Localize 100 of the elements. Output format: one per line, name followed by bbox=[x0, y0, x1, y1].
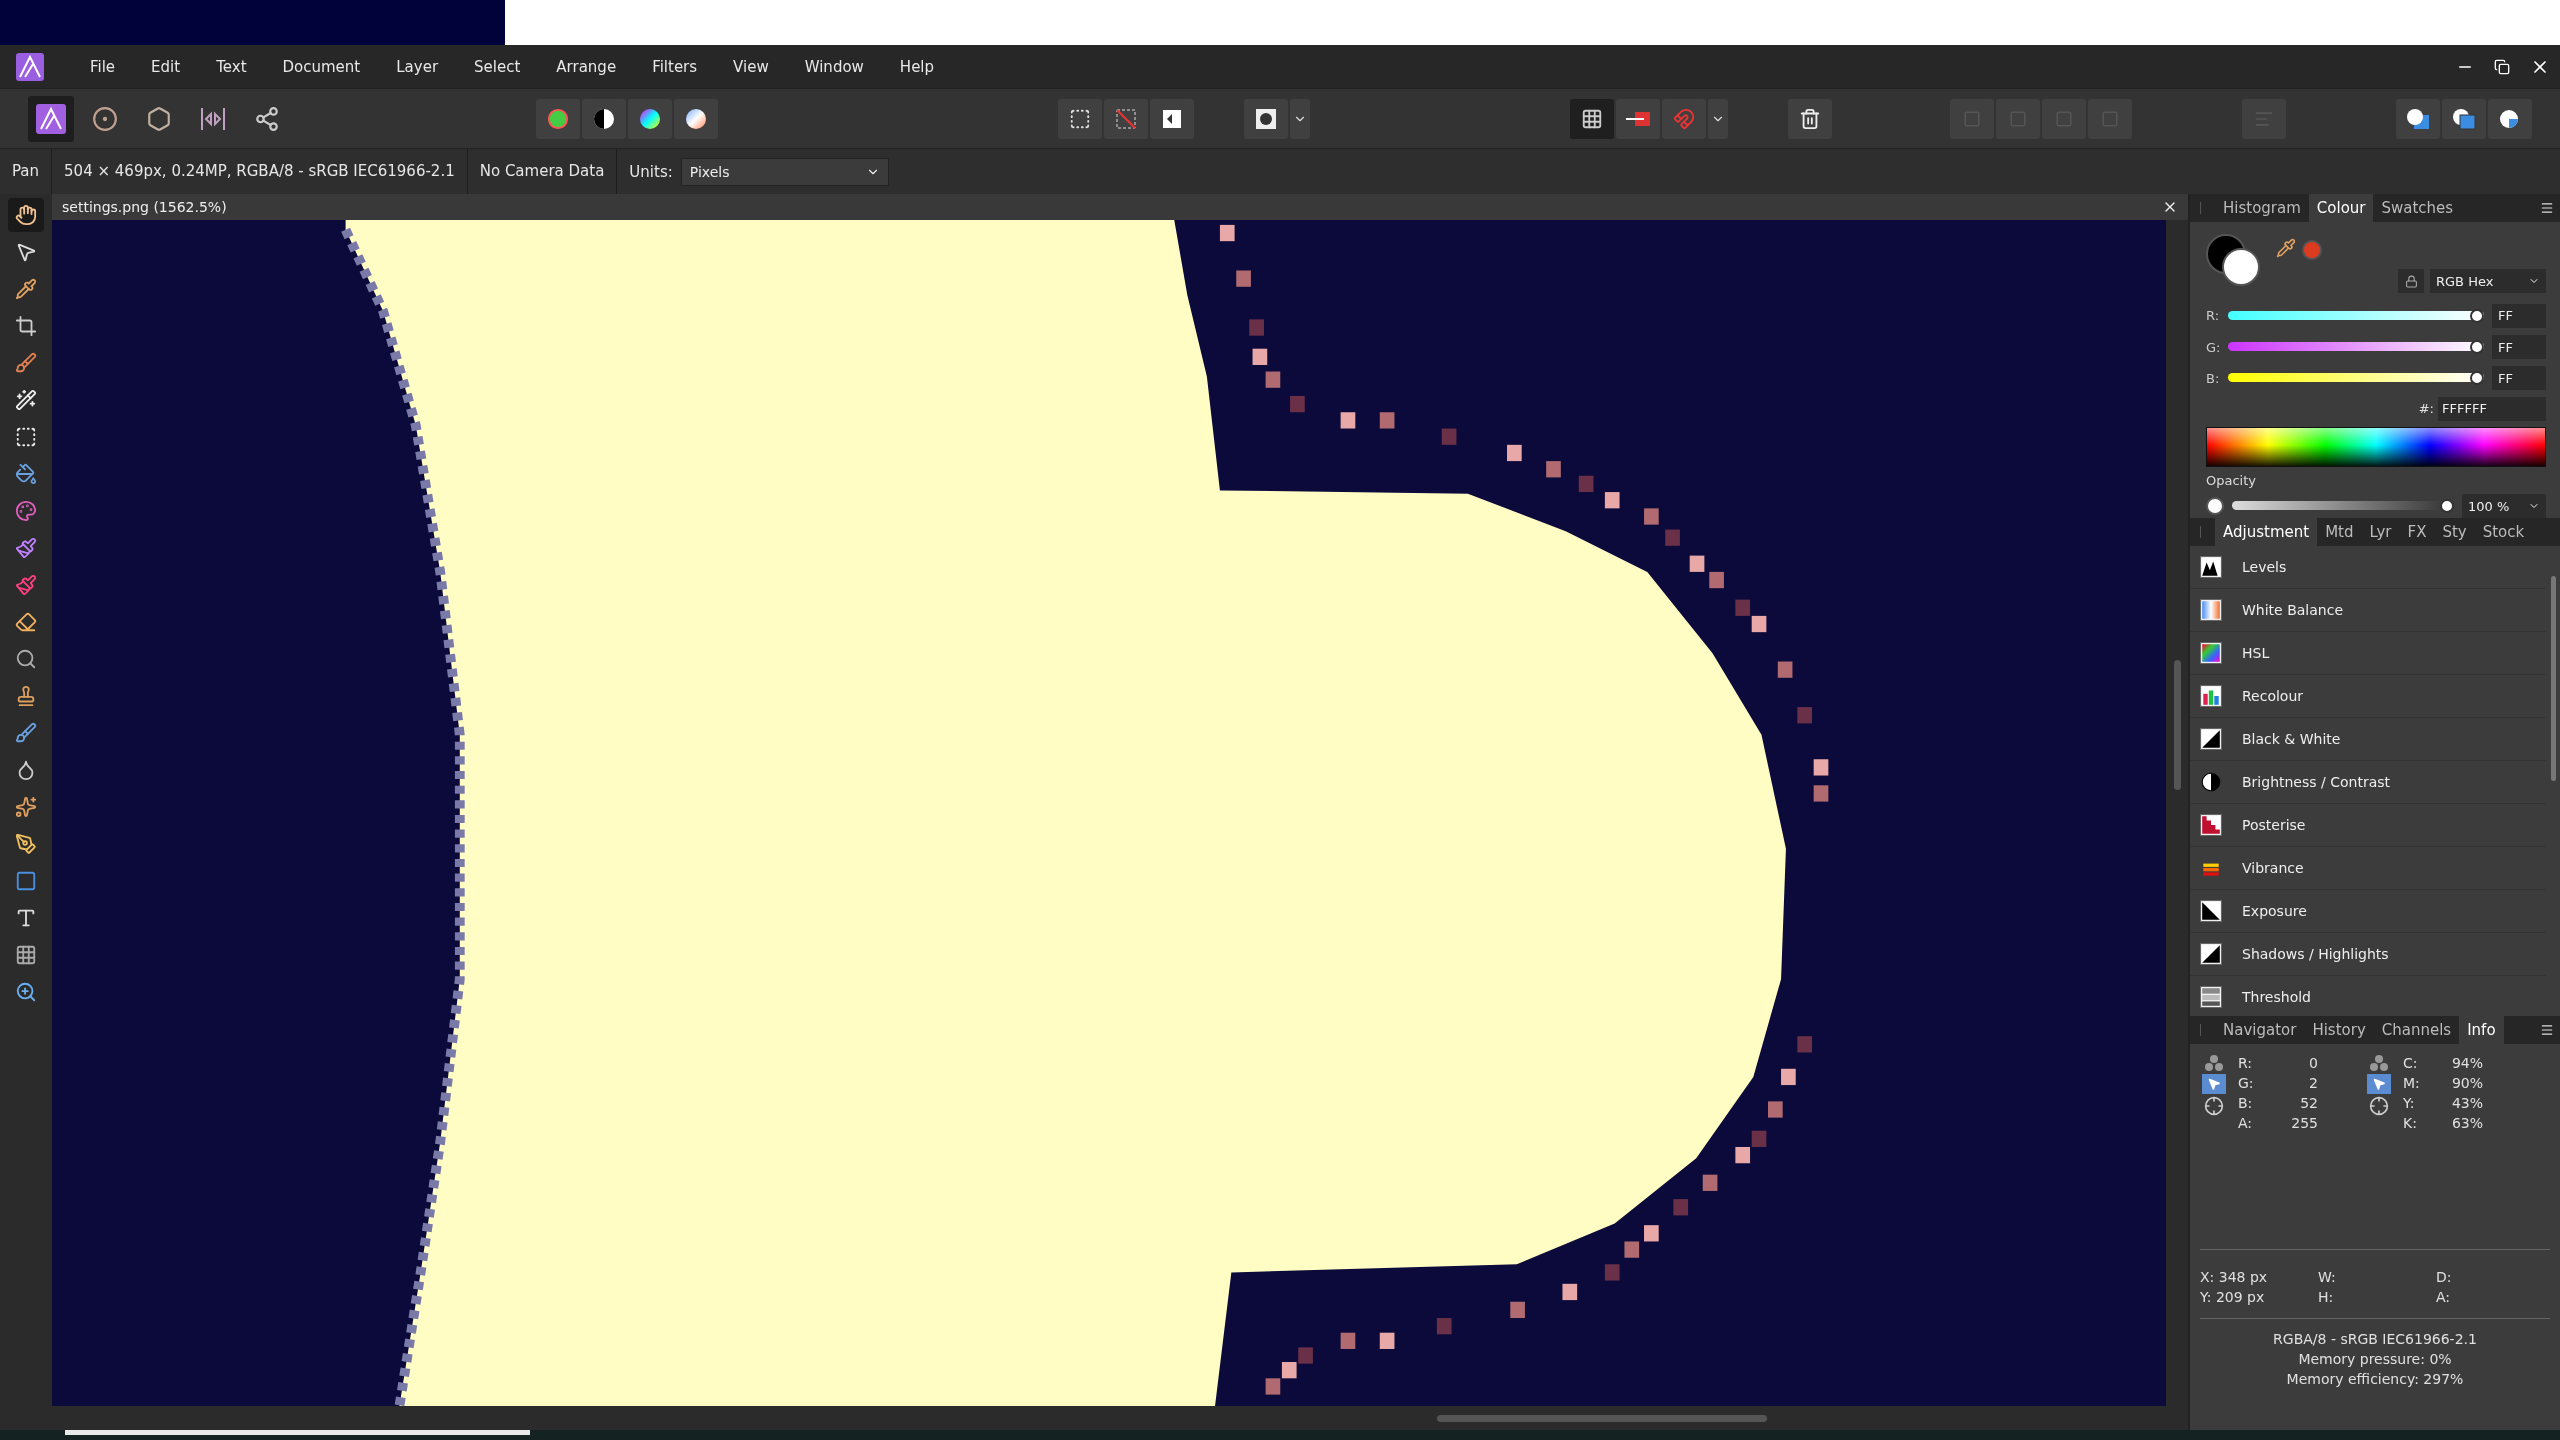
adjustment-item[interactable]: White Balance bbox=[2190, 589, 2546, 632]
adjustment-item[interactable]: Vibrance bbox=[2190, 847, 2546, 890]
menu-item[interactable]: Document bbox=[264, 57, 379, 76]
invert-icon bbox=[1161, 107, 1183, 130]
adjustment-item[interactable]: Brightness / Contrast bbox=[2190, 761, 2546, 804]
slider-thumb[interactable] bbox=[2470, 309, 2484, 323]
channel-value-field[interactable]: FF bbox=[2492, 335, 2546, 359]
snapping-button[interactable] bbox=[1570, 98, 1614, 139]
opacity-label: Opacity bbox=[2206, 473, 2257, 488]
adjustment-label: Vibrance bbox=[2242, 860, 2304, 876]
tool-button[interactable] bbox=[8, 198, 44, 232]
split-arrows-icon bbox=[199, 105, 227, 132]
temperature-button[interactable] bbox=[674, 98, 718, 139]
grid-icon bbox=[15, 944, 37, 966]
panel-tab[interactable]: FX bbox=[2399, 518, 2435, 546]
boolean-subtract-button[interactable] bbox=[2442, 98, 2486, 139]
crosshair-icon[interactable] bbox=[2369, 1096, 2389, 1116]
pipette-icon[interactable] bbox=[2276, 238, 2296, 258]
persona-button[interactable] bbox=[28, 95, 74, 142]
paint-bucket-icon bbox=[15, 463, 37, 485]
hex-field[interactable]: FFFFFF bbox=[2438, 396, 2546, 421]
select-all-button[interactable] bbox=[1058, 98, 1102, 139]
menu-item[interactable]: File bbox=[72, 57, 134, 76]
dashed-square-icon bbox=[1069, 107, 1091, 130]
info-label: C: bbox=[2403, 1054, 2419, 1072]
channel-slider[interactable] bbox=[2228, 369, 2484, 387]
boolean-intersect-button[interactable] bbox=[2488, 98, 2532, 139]
deselect-button[interactable] bbox=[1104, 98, 1148, 139]
menu-item[interactable]: Window bbox=[786, 57, 882, 76]
channel-value-field[interactable]: FF bbox=[2492, 366, 2546, 390]
opacity-swatch bbox=[2206, 497, 2224, 515]
info-label: A: bbox=[2436, 1288, 2452, 1306]
channel-slider[interactable] bbox=[2228, 338, 2484, 356]
trash-button[interactable] bbox=[1788, 98, 1832, 139]
panel-tab[interactable]: Adjustment bbox=[2215, 518, 2318, 546]
adjustment-label: Levels bbox=[2242, 559, 2287, 575]
panel-tab[interactable]: Mtd bbox=[2317, 518, 2362, 546]
slider-thumb[interactable] bbox=[2470, 371, 2484, 385]
adjustment-item[interactable]: Black & White bbox=[2190, 718, 2546, 761]
menu-item[interactable]: Edit bbox=[133, 57, 199, 76]
panel-tab[interactable]: Navigator bbox=[2215, 1016, 2305, 1044]
adjustment-label: Exposure bbox=[2242, 903, 2307, 919]
picked-colour-swatch[interactable] bbox=[2302, 240, 2322, 260]
mask-button[interactable] bbox=[1244, 98, 1288, 139]
channel-value-field[interactable]: FF bbox=[2492, 304, 2546, 328]
menu-item[interactable]: Arrange bbox=[538, 57, 635, 76]
slider-thumb[interactable] bbox=[2440, 499, 2454, 513]
lock-button[interactable] bbox=[2398, 269, 2424, 294]
menu-item[interactable]: Help bbox=[881, 57, 953, 76]
colour-dots-icon[interactable] bbox=[2368, 1054, 2390, 1072]
adjustment-item[interactable]: Shadows / Highlights bbox=[2190, 933, 2546, 976]
share-icon bbox=[254, 105, 280, 132]
info-label: Y: bbox=[2403, 1094, 2416, 1112]
menu-item[interactable]: Text bbox=[198, 57, 265, 76]
gradient-circle-icon bbox=[684, 106, 708, 131]
menu-item[interactable]: Filters bbox=[634, 57, 716, 76]
cursor-button[interactable] bbox=[2202, 1074, 2226, 1094]
invert-selection-button[interactable] bbox=[1150, 98, 1194, 139]
slider-thumb[interactable] bbox=[2470, 340, 2484, 354]
panel-tab[interactable]: Stock bbox=[2474, 518, 2533, 546]
adjustment-item[interactable]: Posterise bbox=[2190, 804, 2546, 847]
adjustment-item[interactable]: Recolour bbox=[2190, 675, 2546, 718]
adjustment-label: Shadows / Highlights bbox=[2242, 946, 2389, 962]
cursor-button[interactable] bbox=[2367, 1074, 2391, 1094]
opacity-slider[interactable] bbox=[2232, 497, 2454, 515]
adjustment-item[interactable]: Exposure bbox=[2190, 890, 2546, 933]
colour-dots-icon[interactable] bbox=[2203, 1054, 2225, 1072]
info-value: 43% bbox=[2450, 1094, 2483, 1112]
adjustment-item[interactable]: HSL bbox=[2190, 632, 2546, 675]
secondary-colour-swatch[interactable] bbox=[2222, 248, 2260, 286]
panel-tab[interactable]: Channels bbox=[2373, 1016, 2460, 1044]
menu-item[interactable]: View bbox=[715, 57, 787, 76]
adjustment-icon bbox=[2200, 642, 2222, 664]
panel-tab[interactable]: Swatches bbox=[2373, 194, 2462, 222]
contrast-button[interactable] bbox=[582, 98, 626, 139]
channel-slider[interactable] bbox=[2228, 307, 2484, 325]
adjustment-item[interactable]: Levels bbox=[2190, 546, 2546, 589]
panel-tab[interactable]: Lyr bbox=[2361, 518, 2400, 546]
colour-wheel-button[interactable] bbox=[628, 98, 672, 139]
colour-mode-dropdown[interactable]: RGB Hex bbox=[2430, 269, 2546, 294]
adjustment-icon bbox=[2200, 728, 2222, 750]
info-value: 52 bbox=[2299, 1094, 2318, 1112]
circle-square-icon bbox=[2451, 106, 2477, 131]
levels-button[interactable] bbox=[536, 98, 580, 139]
units-dropdown[interactable]: Pixels bbox=[680, 157, 889, 186]
opacity-field[interactable]: 100 % bbox=[2462, 494, 2546, 518]
panel-tab[interactable]: Colour bbox=[2308, 194, 2374, 222]
panel-tab[interactable]: Info bbox=[2459, 1016, 2504, 1044]
document-tab[interactable]: settings.png (1562.5%) bbox=[62, 199, 227, 215]
panel-tab[interactable]: Histogram bbox=[2215, 194, 2309, 222]
crosshair-icon[interactable] bbox=[2204, 1096, 2224, 1116]
boolean-add-button[interactable] bbox=[2396, 98, 2440, 139]
panel-tab[interactable]: Sty bbox=[2434, 518, 2475, 546]
menu-item[interactable]: Select bbox=[456, 57, 539, 76]
menu-item[interactable]: Layer bbox=[378, 57, 457, 76]
panel-tab[interactable]: History bbox=[2304, 1016, 2374, 1044]
colour-spectrum[interactable] bbox=[2206, 426, 2546, 467]
circle-square-icon bbox=[2405, 106, 2431, 131]
adjustment-icon bbox=[2200, 771, 2222, 793]
units-label: Units: bbox=[628, 162, 674, 181]
